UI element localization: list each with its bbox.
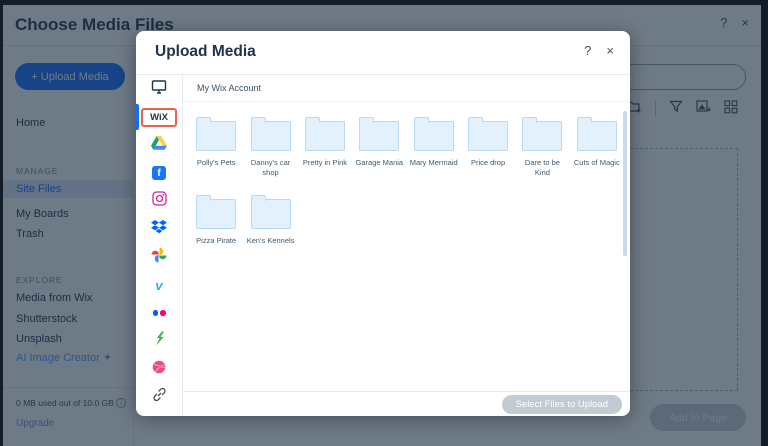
computer-icon bbox=[151, 79, 167, 100]
folder-icon bbox=[413, 117, 454, 151]
folder-icon bbox=[250, 117, 291, 151]
source-tab-deviantart[interactable] bbox=[136, 327, 182, 355]
source-tab-flickr[interactable] bbox=[136, 299, 182, 327]
folder-icon bbox=[196, 117, 237, 151]
source-tab-vimeo[interactable]: v bbox=[136, 271, 182, 299]
modal-content: My Wix Account Polly's Pets Danny's car … bbox=[183, 75, 630, 416]
folder-icon bbox=[250, 195, 291, 229]
source-tab-my-computer[interactable] bbox=[136, 75, 182, 103]
source-tab-instagram[interactable] bbox=[136, 187, 182, 215]
deviantart-icon bbox=[152, 331, 166, 351]
modal-close-icon[interactable]: × bbox=[606, 43, 614, 58]
breadcrumb: My Wix Account bbox=[183, 75, 630, 102]
source-tab-wix[interactable]: WiX bbox=[136, 103, 182, 131]
folder-item[interactable]: Mary Mermaid bbox=[407, 116, 461, 194]
modal-footer: Select Files to Upload bbox=[183, 391, 630, 416]
folder-icon bbox=[468, 117, 509, 151]
folder-icon bbox=[576, 117, 617, 151]
folder-icon bbox=[304, 117, 345, 151]
modal-title: Upload Media bbox=[155, 43, 256, 60]
google-photos-icon bbox=[151, 247, 167, 268]
folder-item[interactable]: Cuts of Magic bbox=[570, 116, 624, 194]
source-tab-link[interactable] bbox=[136, 383, 182, 411]
folder-icon bbox=[522, 117, 563, 151]
vimeo-icon: v bbox=[155, 277, 163, 293]
folder-item[interactable]: Polly's Pets bbox=[189, 116, 243, 194]
folder-item[interactable]: Ken's Kennels bbox=[243, 194, 297, 272]
folder-icon bbox=[196, 195, 237, 229]
link-icon bbox=[152, 387, 167, 407]
breadcrumb-label[interactable]: My Wix Account bbox=[197, 83, 261, 93]
source-tab-dribbble[interactable] bbox=[136, 355, 182, 383]
folder-item[interactable]: Price drop bbox=[461, 116, 515, 194]
source-tab-facebook[interactable]: f bbox=[136, 159, 182, 187]
google-drive-icon bbox=[151, 135, 167, 155]
dropbox-icon bbox=[151, 219, 167, 239]
modal-help-icon[interactable]: ? bbox=[584, 43, 591, 58]
source-tab-dropbox[interactable] bbox=[136, 215, 182, 243]
folder-grid: Polly's Pets Danny's car shop Pretty in … bbox=[183, 102, 630, 272]
source-tab-google-drive[interactable] bbox=[136, 131, 182, 159]
modal-header: Upload Media ? × bbox=[136, 31, 630, 75]
flickr-icon bbox=[152, 310, 166, 316]
folder-item[interactable]: Danny's car shop bbox=[243, 116, 297, 194]
active-tab-indicator bbox=[136, 104, 139, 130]
wix-icon: WiX bbox=[141, 107, 177, 127]
folder-item[interactable]: Dare to be Kind bbox=[515, 116, 569, 194]
folder-item[interactable]: Pizza Pirate bbox=[189, 194, 243, 272]
upload-media-modal: Upload Media ? × WiX f v My Wix Account … bbox=[136, 31, 630, 416]
scrollbar[interactable] bbox=[623, 111, 627, 256]
folder-item[interactable]: Pretty in Pink bbox=[298, 116, 352, 194]
instagram-icon bbox=[151, 191, 167, 211]
source-tab-google-photos[interactable] bbox=[136, 243, 182, 271]
folder-icon bbox=[359, 117, 400, 151]
folder-item[interactable]: Garage Mania bbox=[352, 116, 406, 194]
dribbble-icon bbox=[152, 360, 166, 379]
upload-sources-rail: WiX f v bbox=[136, 75, 183, 416]
select-files-button: Select Files to Upload bbox=[501, 395, 622, 414]
facebook-icon: f bbox=[152, 166, 166, 180]
